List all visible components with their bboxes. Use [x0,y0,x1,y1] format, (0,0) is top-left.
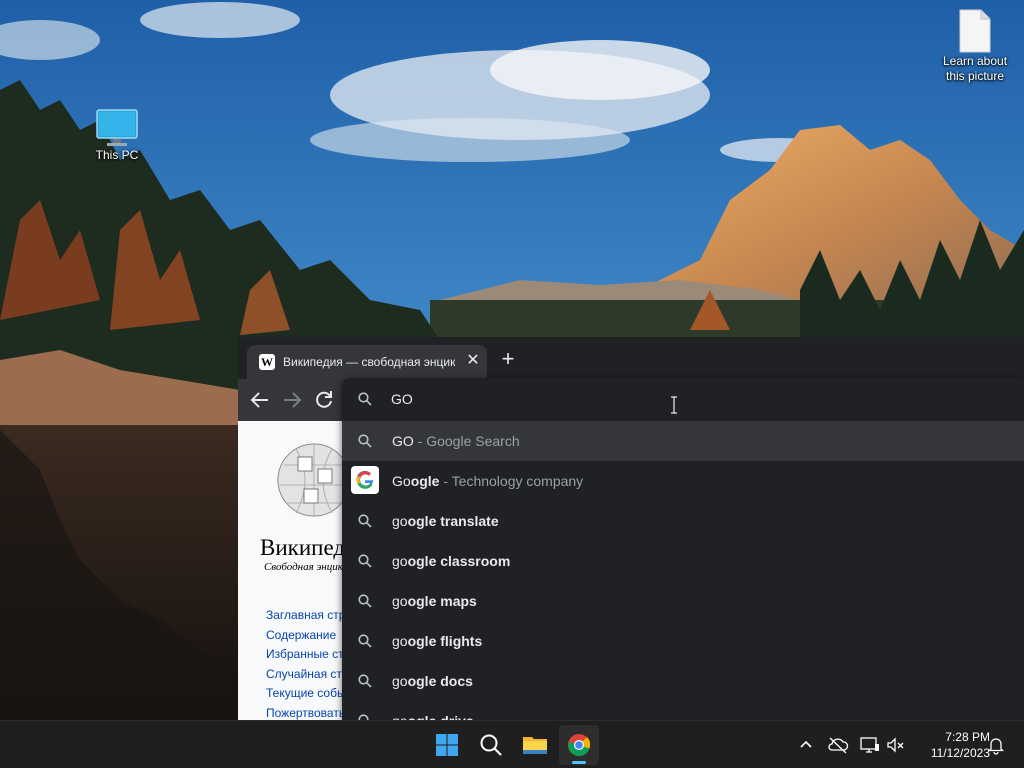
back-arrow-icon [250,392,268,408]
suggestion-completion: ogle drive [408,713,474,720]
tab-wikipedia[interactable]: W Википедия — свободная энциклопедия ✕ [247,345,487,379]
search-icon [480,734,502,756]
omnibox-suggestion[interactable]: google flights [342,621,1024,661]
suggestion-text: google translate [392,513,499,529]
suggestion-text: google drive [392,713,474,720]
omnibox-suggestion[interactable]: google drive [342,701,1024,720]
suggestion-list: GO - Google Search Google - Technology co… [342,421,1024,720]
suggestion-text: GO - Google Search [392,433,520,449]
suggestion-typed-text: go [392,513,408,529]
cloud-offline-icon[interactable] [826,733,850,757]
search-icon [358,634,372,648]
suggestion-typed-text: go [392,593,408,609]
address-bar-input[interactable]: GO [342,378,1024,420]
suggestion-text: google classroom [392,553,510,569]
suggestion-completion: ogle classroom [407,553,511,569]
google-logo-icon [351,466,379,494]
tab-title: Википедия — свободная энциклопедия [283,355,455,369]
new-tab-button[interactable]: + [496,348,520,372]
chrome-taskbar-button[interactable] [559,725,599,765]
forward-arrow-icon [284,392,302,408]
reload-button[interactable] [312,388,338,412]
close-tab-icon[interactable]: ✕ [465,353,481,369]
suggestion-completion: ogle docs [407,673,473,689]
volume-muted-icon[interactable] [884,733,908,757]
desktop-icon-this-pc[interactable]: This PC [77,108,157,163]
suggestion-text: google flights [392,633,482,649]
notification-bell-icon[interactable] [986,735,1006,755]
suggestion-text: Google - Technology company [392,473,583,489]
omnibox-suggestion[interactable]: google translate [342,501,1024,541]
network-display-icon[interactable] [858,733,882,757]
chrome-icon [568,734,591,757]
file-explorer-icon [523,737,547,754]
suggestion-description: - Google Search [417,433,520,449]
suggestion-typed-text: GO [392,433,414,449]
suggestion-typed-text: go [392,713,408,720]
suggestion-text: google maps [392,593,477,609]
wikipedia-favicon-icon: W [259,354,275,370]
tab-strip: W Википедия — свободная энциклопедия ✕ + [238,337,1024,379]
desktop-icon-label: Learn about this picture [942,54,1008,83]
chevron-up-icon[interactable] [796,735,816,755]
address-bar-value: GO [391,391,413,407]
suggestion-description: - Technology company [443,473,584,489]
back-button[interactable] [248,388,274,412]
search-icon [358,674,372,688]
suggestion-text: google docs [392,673,473,689]
search-icon [358,514,372,528]
forward-button[interactable] [280,388,306,412]
monitor-icon [96,109,138,146]
clock-time: 7:28 PM [945,730,990,744]
windows-start-icon [436,734,458,756]
active-app-indicator [572,761,586,764]
suggestion-completion: ogle flights [407,633,483,649]
system-clock[interactable]: 7:28 PM 11/12/2023 [912,729,990,761]
omnibox-dropdown: GO GO - Google Search Google - Technology… [342,378,1024,720]
text-cursor-icon [671,396,677,414]
omnibox-suggestion[interactable]: google classroom [342,541,1024,581]
suggestion-completion: ogle [410,473,440,489]
omnibox-suggestion[interactable]: Google - Technology company [342,461,1024,501]
file-explorer-button[interactable] [515,725,555,765]
taskbar-search-button[interactable] [471,725,511,765]
search-icon [358,392,372,406]
suggestion-typed-text: go [392,673,408,689]
suggestion-completion: ogle translate [407,513,499,529]
desktop-icon-label: This PC [95,148,139,162]
desktop-icon-learn-about-picture[interactable]: Learn about this picture [935,8,1015,84]
start-button[interactable] [427,725,467,765]
omnibox-suggestion[interactable]: GO - Google Search [342,421,1024,461]
document-icon [959,9,991,53]
reload-icon [316,391,332,408]
clock-date: 11/12/2023 [930,746,990,760]
suggestion-typed-text: go [392,633,408,649]
search-icon [358,594,372,608]
omnibox-suggestion[interactable]: google maps [342,581,1024,621]
omnibox-suggestion[interactable]: google docs [342,661,1024,701]
taskbar: 7:28 PM 11/12/2023 [0,720,1024,768]
suggestion-typed-text: go [392,553,408,569]
suggestion-typed-text: Go [392,473,411,489]
suggestion-completion: ogle maps [407,593,477,609]
search-icon [358,554,372,568]
search-icon [358,434,372,448]
